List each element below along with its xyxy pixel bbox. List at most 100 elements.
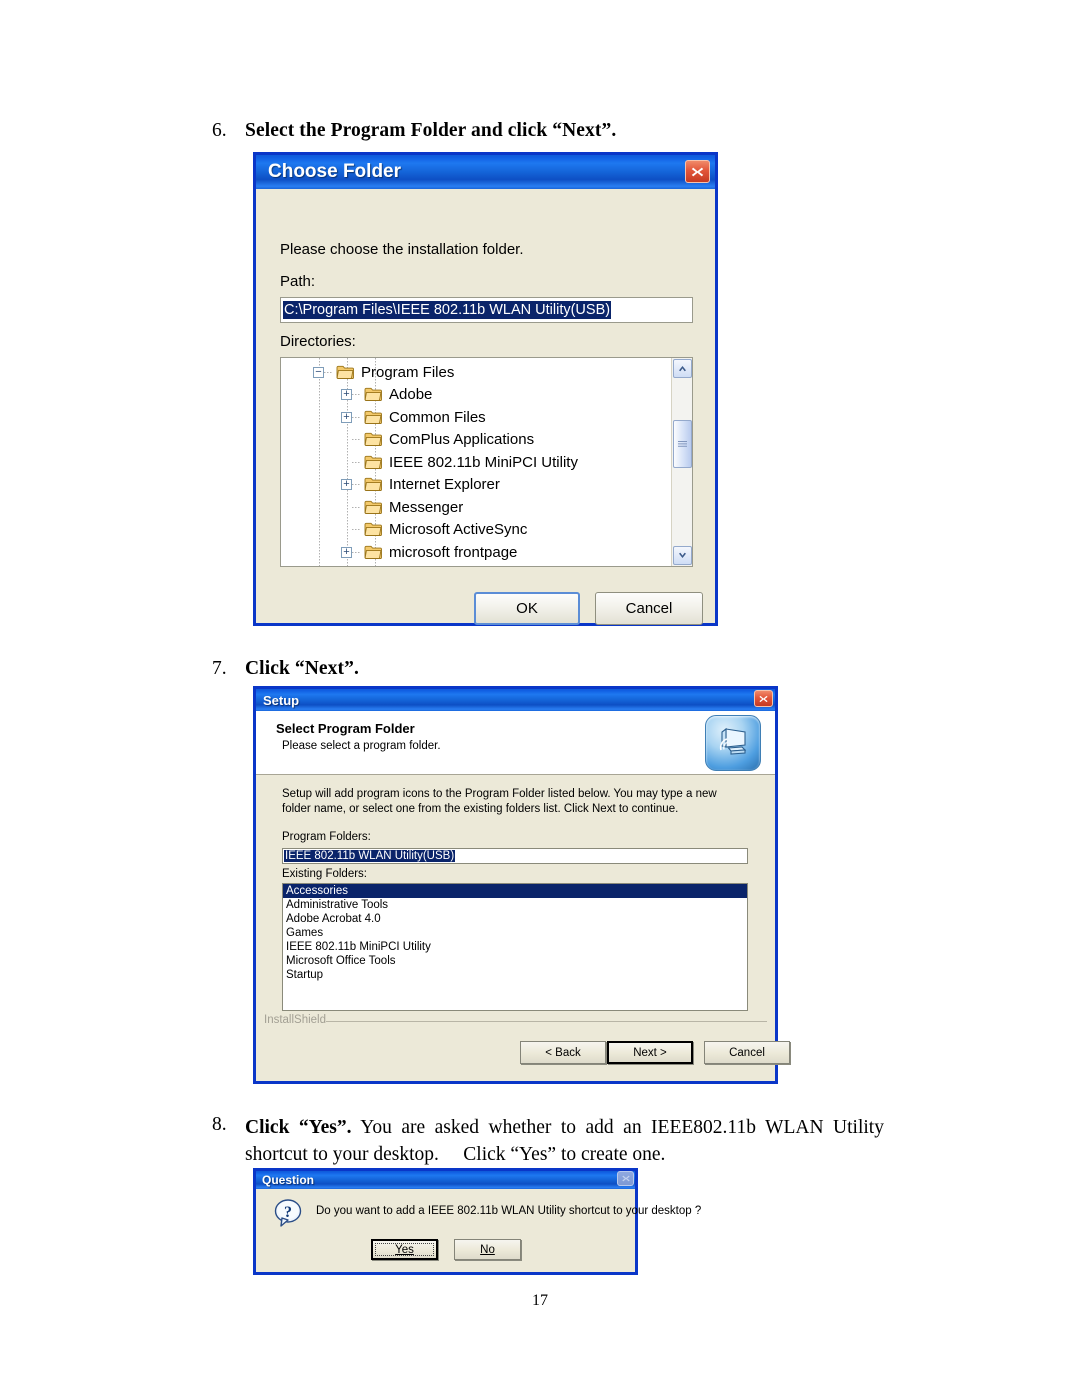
tree-item[interactable]: Messenger (281, 496, 670, 519)
scroll-thumb[interactable] (673, 420, 692, 468)
tree-item-label: microsoft frontpage (389, 543, 518, 561)
expand-icon[interactable]: + (341, 411, 352, 423)
choose-folder-body: Please choose the installation folder. P… (256, 189, 715, 625)
tree-connector (352, 416, 361, 418)
ok-button[interactable]: OK (474, 592, 580, 625)
cancel-button[interactable]: Cancel (704, 1041, 790, 1064)
tree-item-label: Common Files (389, 408, 486, 426)
list-item[interactable]: Microsoft Office Tools (283, 954, 747, 968)
question-titlebar[interactable]: Question (256, 1171, 635, 1189)
question-message: Do you want to add a IEEE 802.11b WLAN U… (316, 1205, 702, 1217)
tree-item-label: Adobe (389, 386, 433, 404)
directories-tree[interactable]: − Program Files + Adobe + Common Files ComPlus… (280, 357, 693, 567)
setup-header-title: Select Program Folder (276, 721, 415, 736)
list-item[interactable]: Adobe Acrobat 4.0 (283, 912, 747, 926)
step-8-number: 8. (212, 1114, 227, 1135)
folder-icon (364, 545, 382, 559)
collapse-icon[interactable]: − (313, 366, 324, 378)
close-icon[interactable] (685, 160, 710, 183)
back-button[interactable]: < Back (520, 1041, 606, 1064)
tree-item[interactable]: + Adobe (281, 384, 670, 407)
tree-item[interactable]: Microsoft ActiveSync (281, 519, 670, 542)
setup-header-subtitle: Please select a program folder. (282, 740, 441, 752)
tree-item-label: Messenger (389, 498, 464, 516)
expand-icon[interactable]: + (341, 479, 352, 491)
tree-scrollbar[interactable] (671, 358, 692, 566)
list-item[interactable]: Administrative Tools (283, 898, 747, 912)
choose-folder-title: Choose Folder (268, 161, 402, 182)
close-icon (617, 1171, 634, 1186)
installshield-brand: InstallShield (264, 1014, 331, 1026)
step-7-text: Click “Next”. (245, 658, 359, 679)
page-number: 17 (532, 1292, 548, 1309)
folder-icon (364, 433, 382, 447)
setup-header: Select Program Folder Please select a pr… (256, 711, 775, 775)
folder-icon (364, 500, 382, 514)
step-6-number: 6. (212, 120, 227, 141)
focus-ring (375, 1243, 434, 1256)
footer-divider (326, 1021, 767, 1022)
expand-icon[interactable]: + (341, 546, 352, 558)
setup-title: Setup (263, 692, 300, 708)
list-item[interactable]: IEEE 802.11b MiniPCI Utility (283, 940, 747, 954)
folder-icon (336, 365, 354, 379)
folder-icon (364, 410, 382, 424)
step-8-bold: Click “Yes”. (245, 1117, 352, 1138)
close-icon[interactable] (754, 690, 773, 707)
setup-body: Select Program Folder Please select a pr… (256, 711, 790, 1081)
tree-item[interactable]: ComPlus Applications (281, 429, 670, 452)
tree-item-label: Program Files (361, 363, 455, 381)
tree-connector (352, 439, 361, 441)
question-bubble-icon: ? (273, 1198, 303, 1228)
tree-item-label: ComPlus Applications (389, 431, 535, 449)
path-input-value: C:\Program Files\IEEE 802.11b WLAN Utili… (283, 301, 612, 319)
no-button[interactable]: No (454, 1239, 521, 1260)
choose-folder-dialog: Choose Folder Please choose the installa… (253, 152, 718, 626)
tree-row-list: − Program Files + Adobe + Common Files ComPlus… (281, 358, 670, 566)
directories-label: Directories: (280, 333, 356, 350)
scroll-up-icon[interactable] (673, 359, 692, 378)
program-folders-value: IEEE 802.11b WLAN Utility(USB) (284, 850, 456, 862)
list-item[interactable]: Accessories (283, 884, 747, 898)
list-item[interactable]: Games (283, 926, 747, 940)
path-label: Path: (280, 273, 316, 290)
step-8-text: Click “Yes”. You are asked whether to ad… (245, 1114, 884, 1168)
svg-text:?: ? (284, 1204, 292, 1221)
document-page: 6. Select the Program Folder and click “… (0, 0, 1080, 1397)
tree-connector (352, 484, 361, 486)
setup-dialog: Setup Select Program Folder Please selec… (253, 686, 790, 1084)
tree-connector (352, 551, 361, 553)
folder-icon (364, 455, 382, 469)
tree-item-label: Internet Explorer (389, 476, 500, 494)
scroll-down-icon[interactable] (673, 546, 692, 565)
setup-body-text: Setup will add program icons to the Prog… (282, 788, 717, 815)
yes-button[interactable]: Yes (371, 1239, 438, 1260)
tree-item-label: Microsoft ActiveSync (389, 521, 528, 539)
folder-icon (364, 523, 382, 537)
path-input[interactable]: C:\Program Files\IEEE 802.11b WLAN Utili… (280, 297, 693, 323)
step-7-number: 7. (212, 658, 227, 679)
list-item[interactable]: Startup (283, 968, 747, 982)
tree-item[interactable]: + Internet Explorer (281, 474, 670, 497)
tree-connector (352, 529, 361, 531)
choose-folder-titlebar[interactable]: Choose Folder (256, 155, 715, 189)
setup-titlebar[interactable]: Setup (256, 689, 775, 711)
folder-icon (364, 478, 382, 492)
tree-item[interactable]: + Common Files (281, 406, 670, 429)
next-button[interactable]: Next > (607, 1041, 693, 1064)
expand-icon[interactable]: + (341, 389, 352, 401)
computer-install-icon (705, 715, 761, 771)
existing-folders-list[interactable]: Accessories Administrative Tools Adobe Acr… (282, 883, 748, 1011)
step-6-text: Select the Program Folder and click “Nex… (245, 120, 617, 141)
tree-item[interactable]: IEEE 802.11b MiniPCI Utility (281, 451, 670, 474)
tree-item[interactable]: − Program Files (281, 361, 670, 384)
existing-folders-label: Existing Folders: (282, 868, 368, 880)
question-title: Question (262, 1173, 315, 1187)
tree-connector (352, 394, 361, 396)
tree-item[interactable]: + microsoft frontpage (281, 541, 670, 564)
cancel-button[interactable]: Cancel (595, 592, 703, 625)
program-folders-input[interactable]: IEEE 802.11b WLAN Utility(USB) (282, 848, 748, 864)
